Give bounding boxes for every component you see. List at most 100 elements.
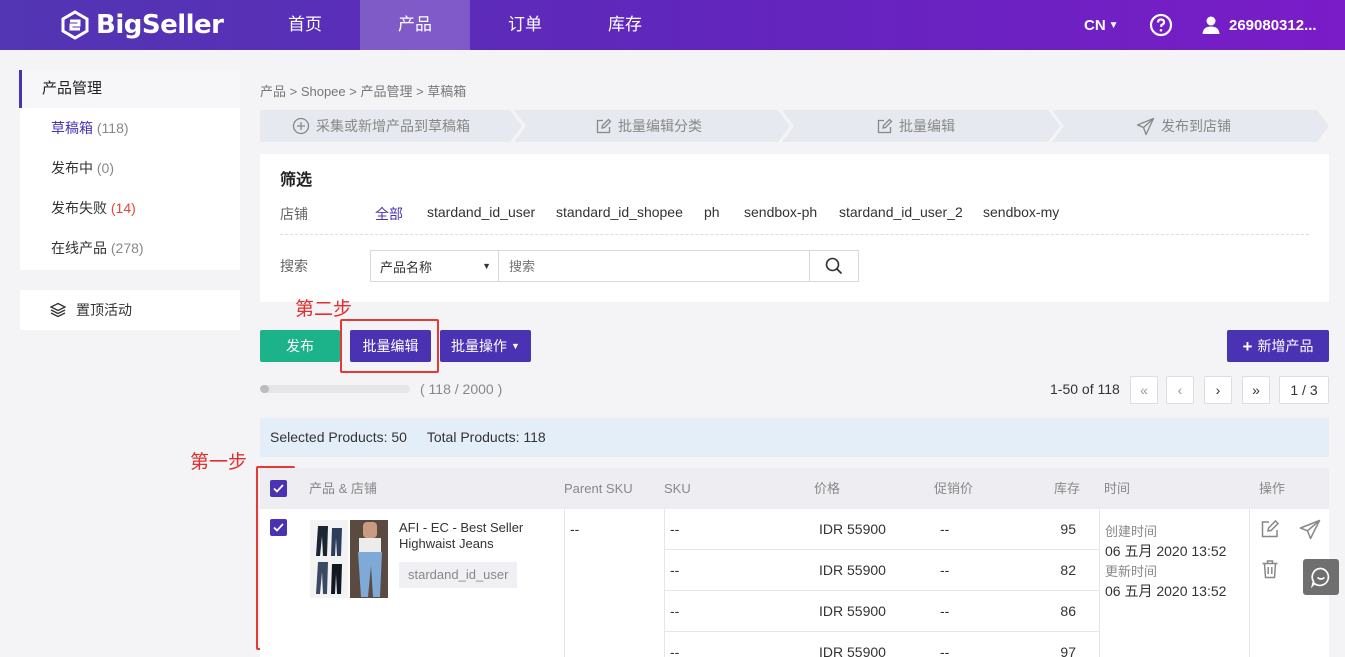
sidebar-item-count: (118) bbox=[96, 120, 129, 136]
column-header-actions: 操作 bbox=[1259, 481, 1286, 496]
nav-orders[interactable]: 订单 bbox=[470, 0, 580, 50]
first-page-button[interactable]: « bbox=[1130, 376, 1158, 404]
column-divider bbox=[664, 509, 665, 657]
language-selector[interactable]: CN ▼ bbox=[1084, 0, 1119, 50]
store-option[interactable]: ph bbox=[704, 204, 720, 220]
updated-time-label: 更新时间 bbox=[1105, 564, 1158, 579]
sidebar-item-label: 在线产品 bbox=[51, 240, 107, 256]
batch-edit-button[interactable]: 批量编辑 bbox=[350, 330, 431, 362]
sidebar-item-failed[interactable]: 发布失败 (14) bbox=[20, 188, 240, 228]
batch-operations-dropdown[interactable]: 批量操作 ▼ bbox=[440, 330, 531, 362]
sku-value: -- bbox=[670, 521, 680, 537]
nav-home[interactable]: 首页 bbox=[250, 0, 360, 50]
search-input[interactable] bbox=[498, 250, 810, 282]
sidebar-item-online[interactable]: 在线产品 (278) bbox=[20, 228, 240, 268]
selection-summary: Selected Products: 50 Total Products: 11… bbox=[260, 418, 1329, 457]
user-menu[interactable]: 269080312... bbox=[1201, 0, 1317, 50]
delete-product-button[interactable] bbox=[1261, 559, 1279, 582]
step-label: 批量编辑分类 bbox=[618, 118, 702, 134]
product-thumbnail[interactable] bbox=[310, 520, 388, 598]
prev-page-button[interactable]: ‹ bbox=[1166, 376, 1194, 404]
annotation-step1: 第一步 bbox=[190, 451, 248, 473]
search-field-select[interactable]: 产品名称 ▼ bbox=[370, 250, 499, 282]
page-number-input[interactable]: 1 / 3 bbox=[1279, 376, 1329, 404]
store-option[interactable]: stardand_id_user_2 bbox=[839, 204, 963, 220]
column-header-parent-sku: Parent SKU bbox=[564, 481, 633, 496]
price-value: IDR 55900 bbox=[819, 521, 886, 537]
store-option[interactable]: sendbox-ph bbox=[744, 204, 817, 220]
help-button[interactable] bbox=[1149, 0, 1173, 50]
sidebar-item-publishing[interactable]: 发布中 (0) bbox=[20, 148, 240, 188]
trash-icon bbox=[1262, 560, 1278, 579]
search-button[interactable] bbox=[809, 250, 859, 282]
promo-price-value: -- bbox=[940, 603, 950, 619]
price-value: IDR 55900 bbox=[819, 603, 886, 619]
batch-operations-label: 批量操作 bbox=[451, 338, 508, 354]
pagination-range: 1-50 of 118 bbox=[1050, 381, 1120, 397]
step-edit-category: 批量编辑分类 bbox=[595, 110, 702, 142]
layers-icon bbox=[50, 302, 66, 318]
publish-button[interactable]: 发布 bbox=[260, 330, 340, 362]
product-name[interactable]: AFI - EC - Best Seller Highwaist Jeans bbox=[399, 520, 559, 552]
column-divider bbox=[1099, 509, 1100, 657]
store-tag: stardand_id_user bbox=[399, 562, 518, 588]
store-option[interactable]: stardand_id_user bbox=[427, 204, 535, 220]
user-icon bbox=[1202, 16, 1220, 34]
edit-icon bbox=[596, 118, 612, 133]
chat-icon bbox=[1310, 567, 1330, 588]
sidebar-item-label: 发布失败 bbox=[51, 200, 107, 216]
next-page-button[interactable]: › bbox=[1204, 376, 1232, 404]
sidebar-item-drafts[interactable]: 草稿箱 (118) bbox=[20, 108, 240, 148]
nav-inventory[interactable]: 库存 bbox=[570, 0, 680, 50]
step-label: 批量编辑 bbox=[899, 118, 955, 134]
nav-products[interactable]: 产品 bbox=[360, 0, 470, 50]
draft-quota-fill bbox=[260, 385, 269, 393]
sku-value: -- bbox=[670, 603, 680, 619]
sidebar-section-title: 产品管理 bbox=[19, 70, 240, 108]
chat-support-button[interactable] bbox=[1303, 559, 1339, 595]
created-time-value: 06 五月 2020 13:52 bbox=[1105, 543, 1227, 559]
filter-title: 筛选 bbox=[280, 172, 313, 189]
draft-quota-text: ( 118 / 2000 ) bbox=[420, 381, 503, 397]
row-divider bbox=[665, 631, 1099, 632]
double-chevron-left-icon: « bbox=[1140, 382, 1148, 398]
sku-value: -- bbox=[670, 644, 680, 657]
row-checkbox[interactable] bbox=[270, 519, 287, 536]
step-publish: 发布到店铺 bbox=[1136, 110, 1231, 142]
sidebar-item-count: (14) bbox=[110, 200, 136, 216]
add-product-button[interactable]: + 新增产品 bbox=[1227, 330, 1329, 362]
checkmark-icon bbox=[273, 523, 284, 532]
store-option[interactable]: sendbox-my bbox=[983, 204, 1059, 220]
store-option-all[interactable]: 全部 bbox=[375, 204, 403, 224]
sidebar-item-pinned-activity[interactable]: 置顶活动 bbox=[20, 290, 240, 330]
select-all-checkbox[interactable] bbox=[270, 480, 287, 497]
table-row: AFI - EC - Best Seller Highwaist Jeans s… bbox=[260, 509, 1329, 657]
annotation-step2: 第二步 bbox=[295, 298, 353, 320]
search-icon bbox=[825, 257, 843, 275]
step-batch-edit: 批量编辑 bbox=[876, 110, 955, 142]
filter-divider bbox=[280, 234, 1309, 235]
stock-value: 95 bbox=[1060, 521, 1076, 537]
help-icon bbox=[1149, 13, 1173, 37]
language-label: CN bbox=[1084, 16, 1106, 34]
top-navbar: BigSeller 首页 产品 订单 库存 CN ▼ 269080312... bbox=[0, 0, 1345, 50]
price-value: IDR 55900 bbox=[819, 644, 886, 657]
store-option[interactable]: standard_id_shopee bbox=[556, 204, 683, 220]
stock-value: 86 bbox=[1060, 603, 1076, 619]
sidebar-item-count: (278) bbox=[110, 240, 144, 256]
table-header: 产品 & 店铺 Parent SKU SKU 价格 促销价 库存 时间 操作 bbox=[260, 468, 1329, 509]
row-divider bbox=[665, 549, 1099, 550]
publish-product-button[interactable] bbox=[1299, 519, 1321, 543]
column-divider bbox=[1249, 509, 1250, 657]
chevron-left-icon: ‹ bbox=[1177, 382, 1183, 398]
stock-value: 97 bbox=[1060, 644, 1076, 657]
plus-icon: + bbox=[1242, 336, 1253, 356]
row-divider bbox=[665, 590, 1099, 591]
edit-product-button[interactable] bbox=[1260, 519, 1280, 542]
filter-panel: 筛选 店铺 全部 stardand_id_user standard_id_sh… bbox=[260, 154, 1329, 302]
stock-value: 82 bbox=[1060, 562, 1076, 578]
last-page-button[interactable]: » bbox=[1242, 376, 1270, 404]
bigseller-logo[interactable]: BigSeller bbox=[60, 10, 224, 40]
step-label: 采集或新增产品到草稿箱 bbox=[316, 118, 470, 134]
column-header-sku: SKU bbox=[664, 481, 691, 496]
